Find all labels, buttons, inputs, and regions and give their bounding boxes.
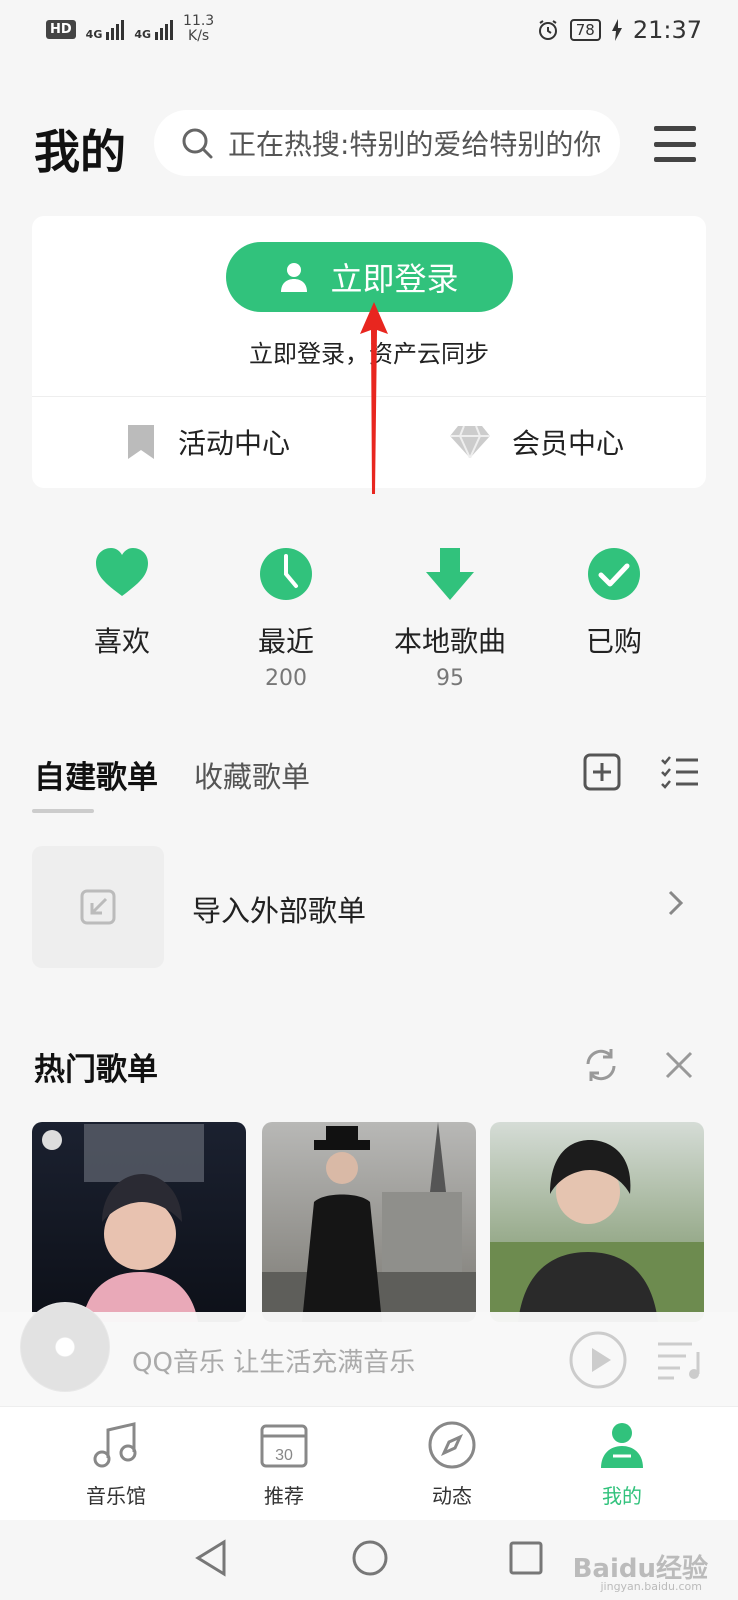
playlist-cover-3[interactable] xyxy=(490,1122,704,1322)
activity-center-link[interactable]: 活动中心 xyxy=(126,422,290,462)
status-left: HD 4G 4G 11.3 K/s xyxy=(46,14,214,44)
quick-entry-label: 本地歌曲 xyxy=(393,625,506,658)
menu-icon[interactable] xyxy=(654,126,696,162)
diamond-icon xyxy=(450,426,490,458)
mini-player-text: QQ音乐 让生活充满音乐 xyxy=(132,1348,416,1378)
status-bar: HD 4G 4G 11.3 K/s 78 21:37 xyxy=(0,0,738,62)
import-thumbnail[interactable] xyxy=(32,846,164,968)
playlist-cover-2[interactable] xyxy=(262,1122,476,1322)
sim2-label: 4G xyxy=(134,28,152,41)
refresh-icon[interactable] xyxy=(582,1046,620,1084)
tab-my-playlists[interactable]: 自建歌单 xyxy=(34,752,158,797)
hd-badge: HD xyxy=(46,19,76,39)
nav-music-hall[interactable]: 音乐馆 xyxy=(56,1420,176,1509)
page-title: 我的 xyxy=(34,125,126,179)
tab-collected-playlists[interactable]: 收藏歌单 xyxy=(194,754,310,796)
user-icon xyxy=(601,1423,643,1468)
calendar-icon: 30 xyxy=(260,1424,308,1468)
login-button-label: 立即登录 xyxy=(330,260,459,298)
heart-icon xyxy=(96,548,148,596)
quick-entry-count: 95 xyxy=(436,666,464,691)
net-speed: 11.3 K/s xyxy=(183,14,214,44)
activity-center-label: 活动中心 xyxy=(178,427,291,460)
sim1-label: 4G xyxy=(85,28,103,41)
nav-mine[interactable]: 我的 xyxy=(562,1420,682,1509)
check-circle-icon xyxy=(588,548,640,600)
quick-entry-like[interactable]: 喜欢 xyxy=(42,546,202,666)
net-speed-value: 11.3 xyxy=(183,13,215,29)
quick-entry-recent[interactable]: 最近 200 xyxy=(206,546,366,691)
cover-image-1 xyxy=(42,1124,204,1322)
nav-label: 音乐馆 xyxy=(86,1484,146,1508)
calendar-badge: 30 xyxy=(275,1447,293,1464)
nav-label: 我的 xyxy=(602,1484,642,1508)
alarm-icon xyxy=(538,20,557,40)
search-input[interactable]: 正在热搜:特别的爱给特别的你 xyxy=(154,110,620,176)
play-icon[interactable] xyxy=(568,1330,628,1390)
user-icon xyxy=(281,263,308,292)
search-icon xyxy=(182,128,213,159)
playlist-cover-1[interactable] xyxy=(32,1122,246,1322)
net-speed-unit: K/s xyxy=(188,28,210,44)
playlist-queue-icon[interactable] xyxy=(656,1338,702,1382)
import-playlist-label[interactable]: 导入外部歌单 xyxy=(192,888,366,930)
signal-2-icon: 4G xyxy=(134,18,174,41)
nav-label: 推荐 xyxy=(264,1484,304,1508)
recents-icon[interactable] xyxy=(508,1540,544,1576)
music-note-icon xyxy=(93,1422,137,1468)
album-disc[interactable] xyxy=(20,1302,110,1392)
quick-entry-label: 最近 xyxy=(257,625,314,658)
home-icon[interactable] xyxy=(350,1538,390,1578)
signal-1-icon: 4G xyxy=(86,18,125,40)
nav-feed[interactable]: 动态 xyxy=(392,1420,512,1509)
quick-entry-purchased[interactable]: 已购 xyxy=(534,546,694,666)
bookmark-icon xyxy=(128,425,154,459)
chevron-right-icon[interactable] xyxy=(668,890,684,916)
cover-image-2 xyxy=(262,1122,476,1322)
tab-indicator xyxy=(32,809,94,813)
cover-image-3 xyxy=(490,1140,704,1322)
quick-entry-count: 200 xyxy=(265,666,307,691)
clock-time: 21:37 xyxy=(632,16,702,44)
import-icon xyxy=(80,889,116,925)
quick-entry-label: 喜欢 xyxy=(93,625,150,658)
vip-center-link[interactable]: 会员中心 xyxy=(450,422,624,462)
add-playlist-icon[interactable] xyxy=(582,752,622,792)
battery-indicator: 78 xyxy=(569,19,601,41)
charging-icon xyxy=(611,19,622,41)
quick-entry-label: 已购 xyxy=(585,625,642,658)
watermark-sub: jingyan.baidu.com xyxy=(600,1580,702,1593)
quick-entry-local-songs[interactable]: 本地歌曲 95 xyxy=(370,546,530,691)
close-icon[interactable] xyxy=(664,1050,694,1080)
nav-recommend[interactable]: 30 推荐 xyxy=(224,1420,344,1509)
download-icon xyxy=(426,548,474,600)
compass-icon xyxy=(428,1421,476,1469)
manage-list-icon[interactable] xyxy=(660,752,700,792)
status-right: 78 21:37 xyxy=(536,16,702,44)
vip-center-label: 会员中心 xyxy=(512,427,625,460)
nav-label: 动态 xyxy=(432,1484,472,1508)
clock-icon xyxy=(260,548,312,600)
search-placeholder: 正在热搜:特别的爱给特别的你 xyxy=(228,128,602,161)
back-icon[interactable] xyxy=(194,1538,228,1578)
hot-playlists-title: 热门歌单 xyxy=(34,1052,158,1088)
annotation-arrow xyxy=(360,302,388,494)
